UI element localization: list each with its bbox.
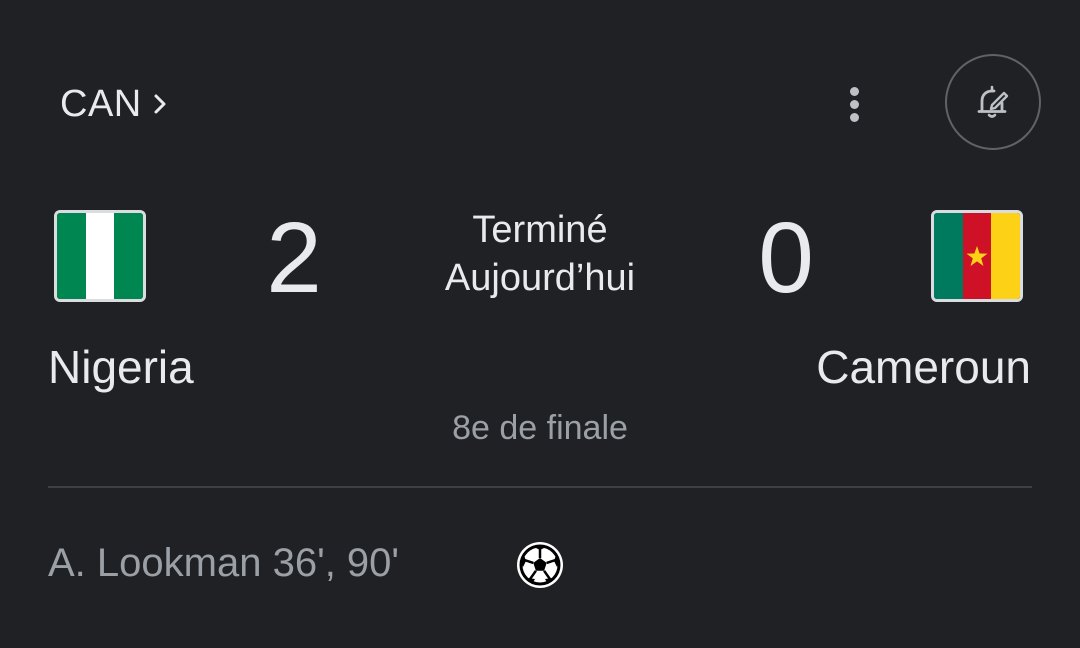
match-card: CAN 2 Terminé Aujourd’hui 0 Nigeria Came… xyxy=(0,0,1080,648)
away-team-name[interactable]: Cameroun xyxy=(816,338,1031,396)
away-score: 0 xyxy=(758,202,814,314)
cameroon-flag-icon xyxy=(931,210,1023,302)
match-stage: 8e de finale xyxy=(452,409,628,447)
more-options-button[interactable] xyxy=(830,78,880,132)
home-team-name[interactable]: Nigeria xyxy=(48,338,194,396)
more-vert-icon-dot xyxy=(850,100,859,109)
league-label: CAN xyxy=(60,82,142,125)
home-score: 2 xyxy=(266,202,322,314)
league-link[interactable]: CAN xyxy=(60,78,174,130)
notification-bell-edit-icon xyxy=(977,85,1009,118)
chevron-right-icon xyxy=(154,94,166,114)
divider xyxy=(48,486,1032,488)
more-vert-icon-dot xyxy=(850,113,859,122)
match-status-label: Terminé xyxy=(472,209,608,251)
soccer-ball-icon xyxy=(517,542,563,588)
goal-scorer: A. Lookman 36', 90' xyxy=(48,541,400,585)
nigeria-flag-icon xyxy=(54,210,146,302)
more-vert-icon xyxy=(850,87,859,96)
match-date: Aujourd’hui xyxy=(444,257,636,299)
notification-button[interactable] xyxy=(945,54,1041,150)
match-status: Terminé Aujourd’hui xyxy=(390,206,690,302)
